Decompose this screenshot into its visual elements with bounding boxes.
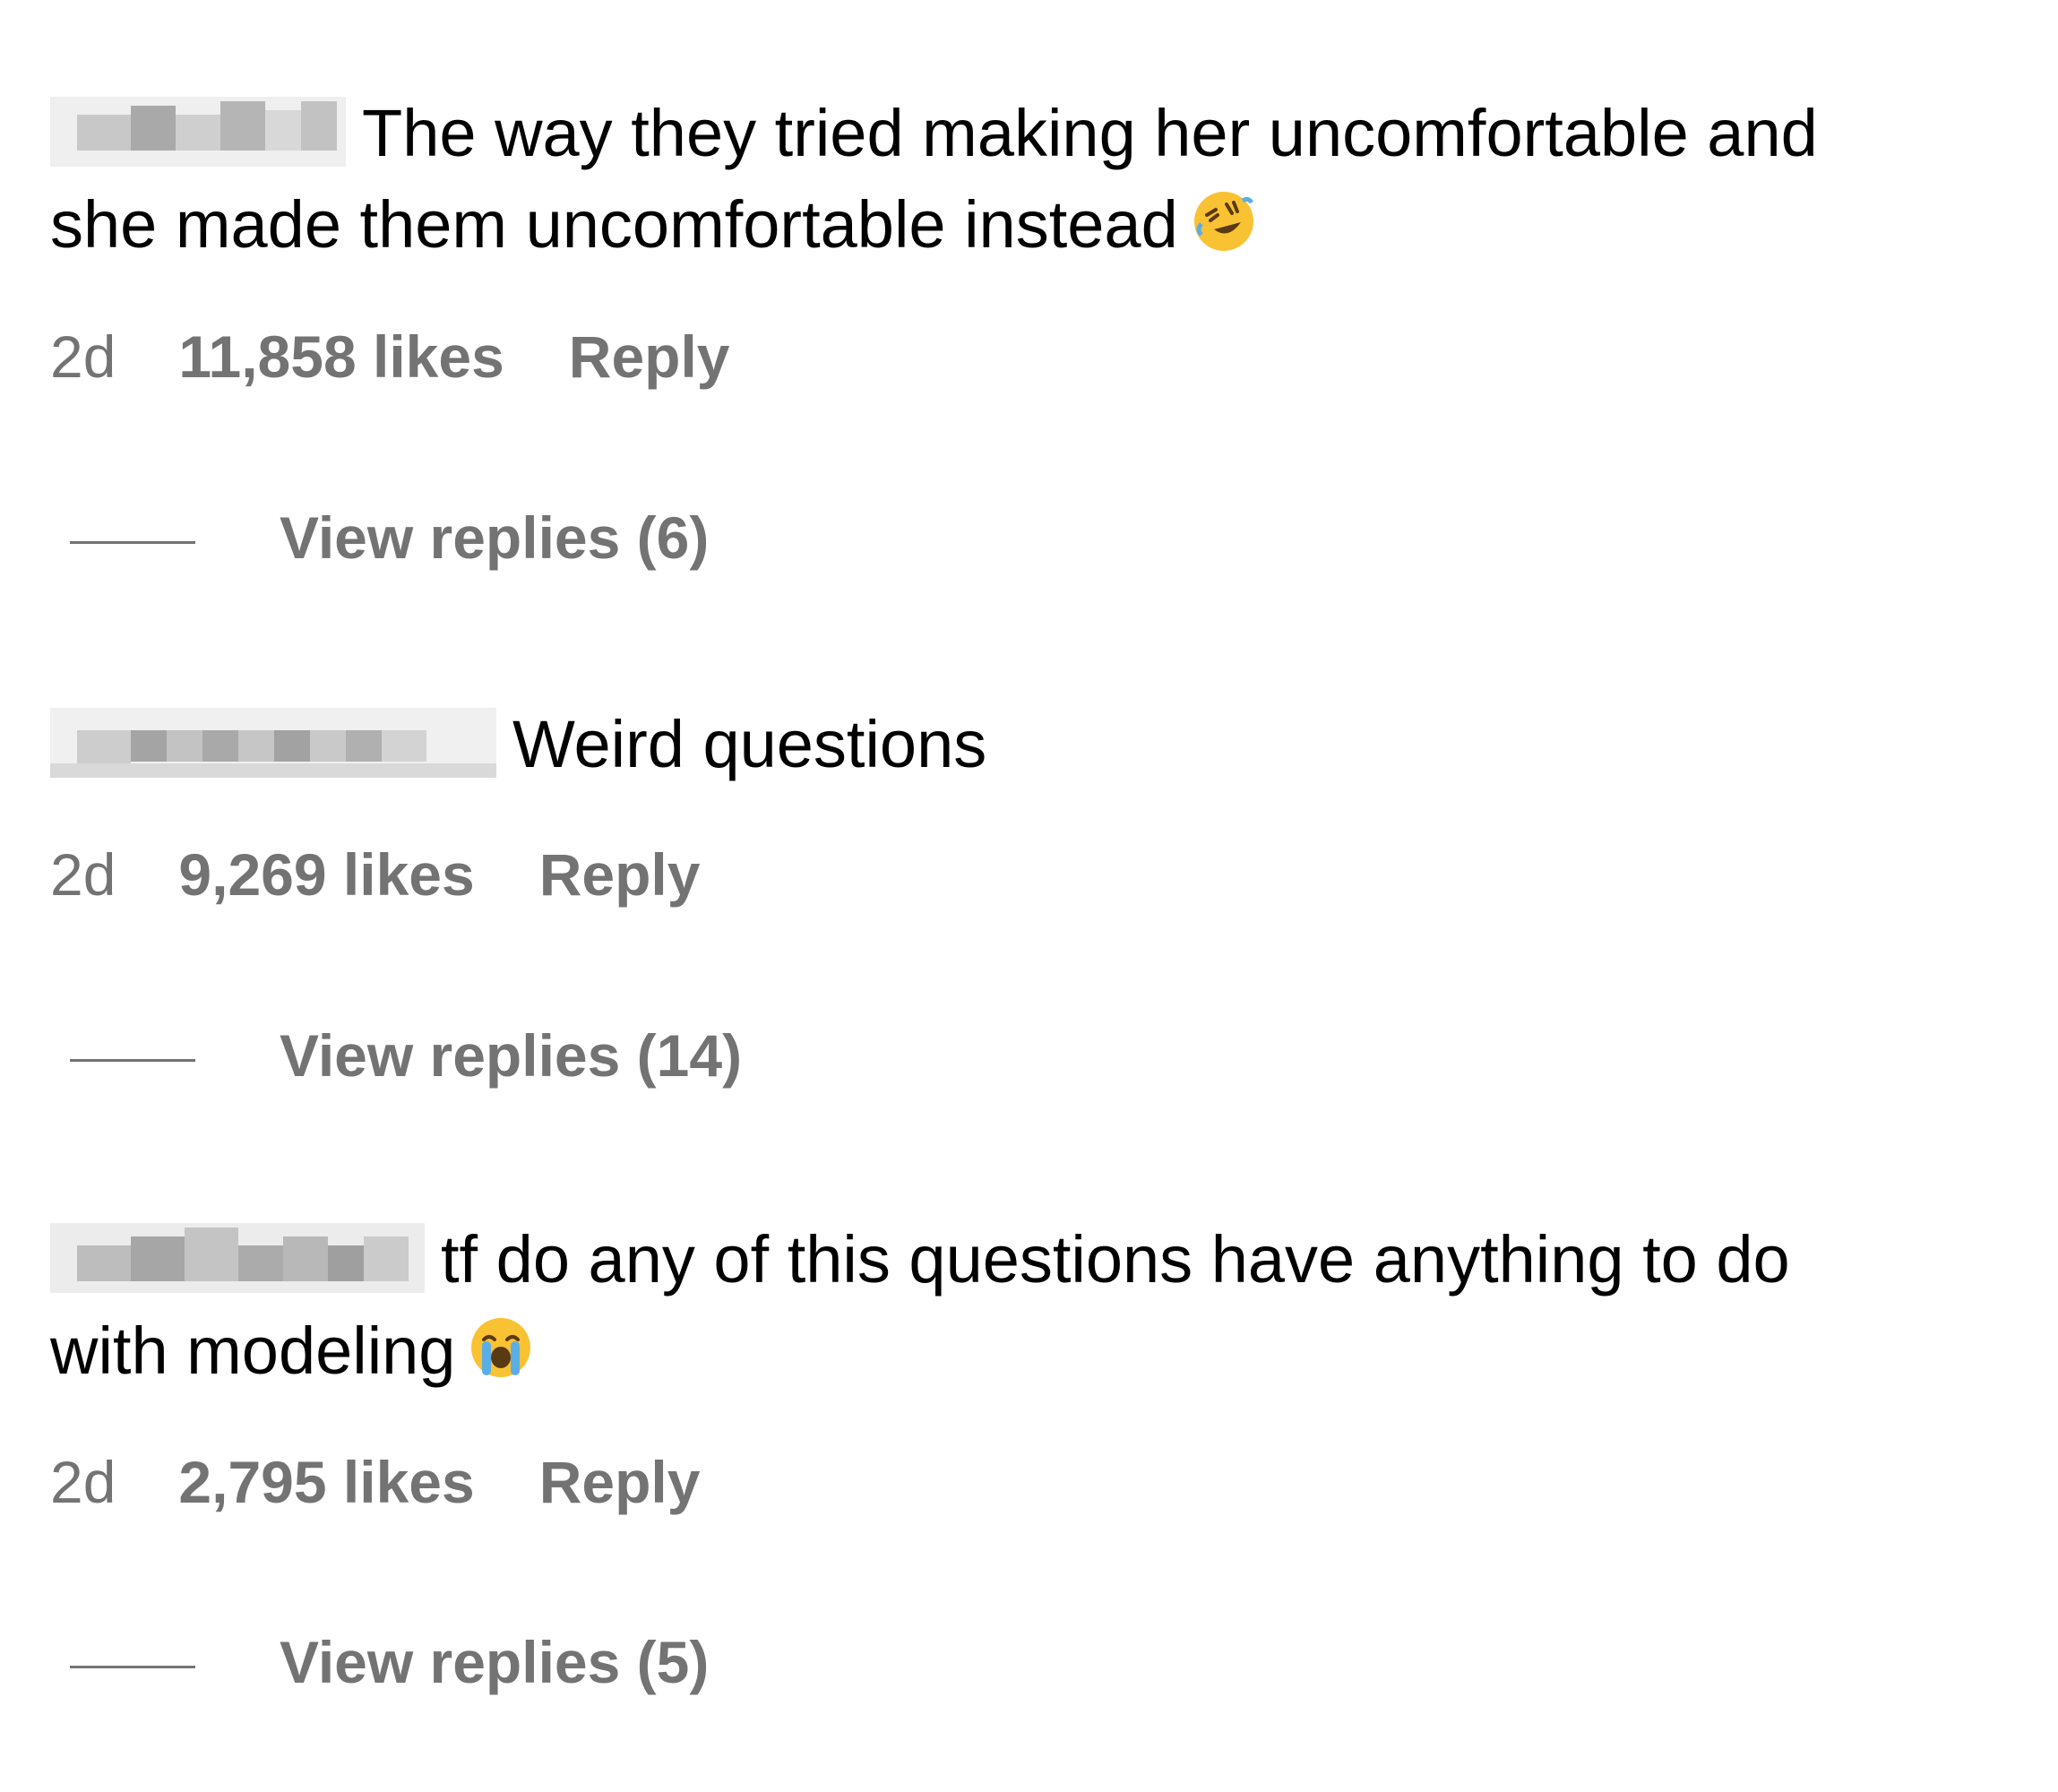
- comment: The way they tried making her uncomforta…: [50, 88, 2003, 278]
- divider-line: [70, 1059, 195, 1063]
- comment-timestamp: 2d: [50, 841, 116, 908]
- divider-line: [70, 541, 195, 545]
- comment-body: tf do any of this questions have anythin…: [50, 1214, 2003, 1404]
- comment-timestamp: 2d: [50, 323, 116, 390]
- comment-body: Weird questions: [50, 699, 2003, 790]
- view-replies-button[interactable]: View replies (6): [70, 502, 709, 573]
- comment-meta: 2d 11,858 likes Reply: [50, 321, 730, 392]
- comment-line: tf do any of this questions have anythin…: [441, 1222, 1790, 1297]
- likes-count-button[interactable]: 2,795 likes: [178, 1446, 474, 1518]
- view-replies-button[interactable]: View replies (14): [70, 1020, 742, 1091]
- view-replies-label: View replies (5): [280, 1629, 710, 1695]
- comment-line: with modeling: [50, 1314, 456, 1388]
- comment-line: she made them uncomfortable instead: [50, 187, 1178, 262]
- view-replies-button[interactable]: View replies (5): [70, 1626, 709, 1698]
- divider-line: [70, 1666, 195, 1669]
- comment-meta: 2d 9,269 likes Reply: [50, 839, 700, 910]
- comment-line: Weird questions: [512, 707, 987, 781]
- username-redacted[interactable]: [50, 97, 346, 167]
- reply-button[interactable]: Reply: [539, 839, 701, 910]
- comment: tf do any of this questions have anythin…: [50, 1214, 2003, 1404]
- comment: Weird questions: [50, 699, 2003, 790]
- username-redacted[interactable]: [50, 1223, 425, 1293]
- likes-count-button[interactable]: 9,269 likes: [178, 839, 474, 910]
- username-redacted[interactable]: [50, 708, 496, 778]
- comment-timestamp: 2d: [50, 1449, 116, 1515]
- comment-body: The way they tried making her uncomforta…: [50, 88, 2003, 278]
- view-replies-label: View replies (6): [280, 504, 710, 571]
- reply-button[interactable]: Reply: [569, 321, 730, 392]
- comment-meta: 2d 2,795 likes Reply: [50, 1446, 700, 1518]
- reply-button[interactable]: Reply: [539, 1446, 701, 1518]
- comment-line: The way they tried making her uncomforta…: [362, 96, 1818, 170]
- view-replies-label: View replies (14): [280, 1022, 743, 1089]
- rolling-on-floor-laughing-icon: [1191, 186, 1257, 278]
- likes-count-button[interactable]: 11,858 likes: [178, 321, 504, 392]
- loudly-crying-face-icon: [468, 1313, 534, 1404]
